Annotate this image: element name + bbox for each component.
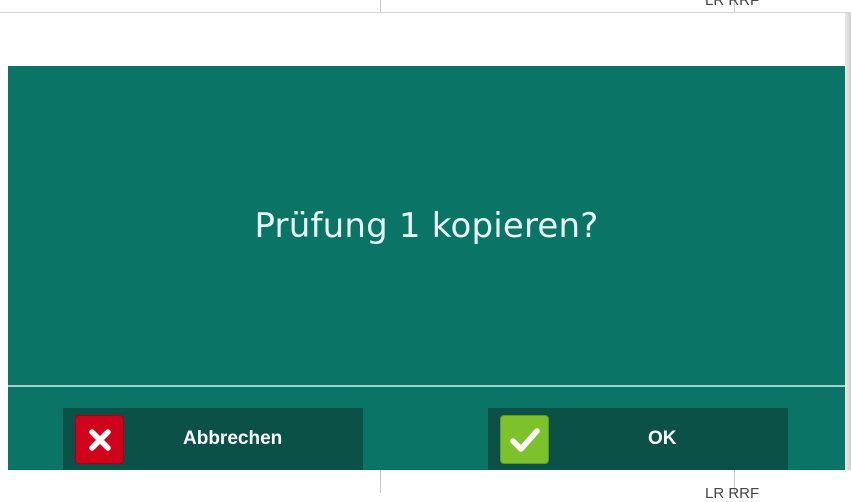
dialog-body: Prüfung 1 kopieren? bbox=[8, 66, 845, 385]
ok-button-label: OK bbox=[648, 428, 677, 449]
dialog-footer: Abbrechen OK bbox=[8, 387, 845, 470]
cancel-button-label: Abbrechen bbox=[183, 428, 283, 449]
column-divider bbox=[380, 0, 381, 12]
confirm-dialog: Prüfung 1 kopieren? Abbrechen OK bbox=[8, 66, 845, 470]
column-divider bbox=[380, 470, 381, 493]
close-icon bbox=[75, 415, 124, 464]
dialog-message: Prüfung 1 kopieren? bbox=[254, 205, 599, 246]
background-text-top: LR RRF bbox=[705, 0, 760, 9]
ok-button[interactable]: OK bbox=[488, 408, 788, 470]
background-window-top: LR RRF bbox=[0, 0, 851, 13]
background-scroll-edge bbox=[845, 13, 851, 493]
background-text-bottom: LR RRF bbox=[705, 485, 760, 502]
background-window-bottom: LR RRF bbox=[0, 470, 851, 502]
background-window-strip bbox=[0, 13, 851, 66]
cancel-button[interactable]: Abbrechen bbox=[63, 408, 363, 470]
check-icon bbox=[500, 415, 549, 464]
